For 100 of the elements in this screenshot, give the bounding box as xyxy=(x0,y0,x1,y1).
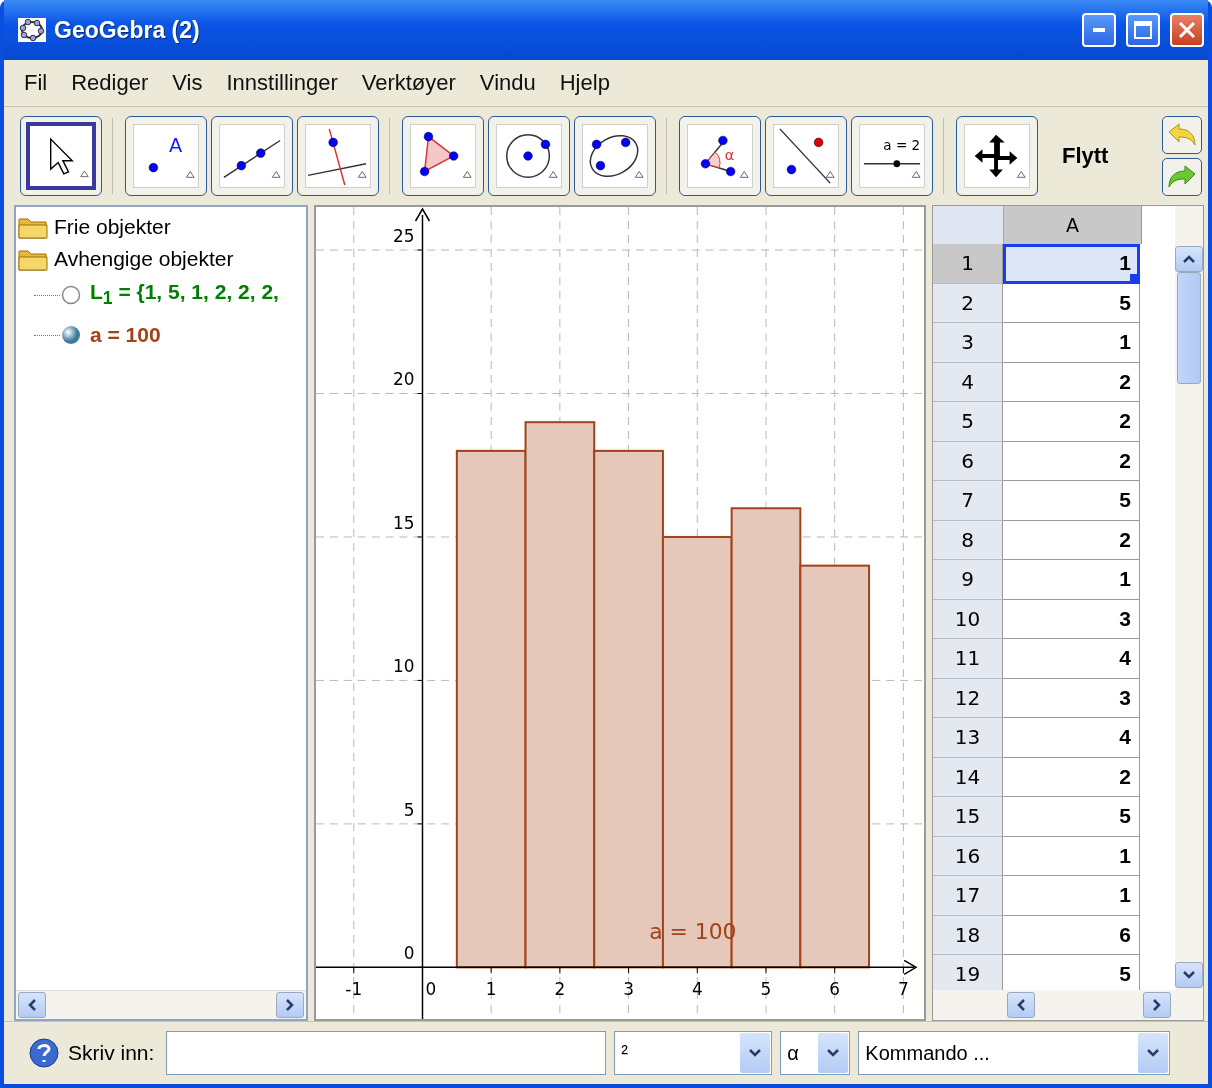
spreadsheet-cell[interactable]: 3 xyxy=(1003,599,1140,639)
minimize-button[interactable] xyxy=(1082,13,1116,47)
axis-label: 4 xyxy=(691,979,703,1000)
axis-label: 20 xyxy=(393,369,415,390)
row-header[interactable]: 13 xyxy=(933,718,1003,758)
tool-button[interactable] xyxy=(956,116,1038,196)
cursor-icon xyxy=(26,122,96,190)
row-header[interactable]: 17 xyxy=(933,876,1003,916)
spreadsheet-cell[interactable]: 4 xyxy=(1003,718,1140,758)
hidden-object-icon[interactable] xyxy=(60,284,82,306)
close-button[interactable] xyxy=(1170,13,1204,47)
menu-item[interactable]: Hjelp xyxy=(547,70,622,96)
scroll-left-button[interactable] xyxy=(1007,992,1035,1018)
axis-label: 1 xyxy=(485,979,497,1000)
spreadsheet-cell[interactable]: 1 xyxy=(1003,323,1140,363)
spreadsheet-cell[interactable]: 2 xyxy=(1003,441,1140,481)
scroll-right-button[interactable] xyxy=(1143,992,1171,1018)
tool-button[interactable] xyxy=(297,116,379,196)
row-header[interactable]: 14 xyxy=(933,757,1003,797)
menu-item[interactable]: Rediger xyxy=(59,70,161,96)
scroll-up-button[interactable] xyxy=(1175,246,1203,272)
redo-button[interactable] xyxy=(1162,158,1202,196)
row-header[interactable]: 15 xyxy=(933,797,1003,837)
dropdown[interactable]: Kommando ... xyxy=(858,1031,1171,1075)
menu-item[interactable]: Innstillinger xyxy=(214,70,350,96)
tool-button[interactable]: A xyxy=(125,116,207,196)
axis-label: 25 xyxy=(393,226,415,247)
algebra-object[interactable]: a = 100 xyxy=(90,323,161,347)
spreadsheet-cell[interactable]: 1 xyxy=(1003,244,1140,284)
menu-item[interactable]: Verktøyer xyxy=(349,70,468,96)
row-header[interactable]: 12 xyxy=(933,678,1003,718)
fill-handle[interactable] xyxy=(1130,273,1139,283)
move-arrows-icon xyxy=(964,124,1030,188)
spreadsheet-cell[interactable]: 5 xyxy=(1003,283,1140,323)
tool-button[interactable] xyxy=(488,116,570,196)
spreadsheet-cell[interactable]: 1 xyxy=(1003,836,1140,876)
window-title: GeoGebra (2) xyxy=(54,16,201,44)
algebra-object[interactable]: L$_{1}$ = {1, 5, 1, 2, 2, 2, xyxy=(90,280,279,310)
input-field[interactable] xyxy=(166,1031,607,1075)
axis-label: 3 xyxy=(623,979,634,1000)
row-header[interactable]: 4 xyxy=(933,362,1003,402)
spreadsheet-cell[interactable]: 2 xyxy=(1003,362,1140,402)
folder-icon xyxy=(18,215,48,239)
folder-label[interactable]: Avhengige objekter xyxy=(54,247,234,271)
axis-label: 5 xyxy=(403,799,415,820)
input-label: Skriv inn: xyxy=(68,1041,155,1065)
spreadsheet-cell[interactable]: 5 xyxy=(1003,481,1140,521)
tool-button[interactable]: a = 2 xyxy=(851,116,933,196)
row-header[interactable]: 8 xyxy=(933,520,1003,560)
row-header[interactable]: 1 xyxy=(933,244,1003,284)
spreadsheet-cell[interactable]: 1 xyxy=(1003,876,1140,916)
row-header[interactable]: 2 xyxy=(933,283,1003,323)
menu-item[interactable]: Vindu xyxy=(467,70,548,96)
folder-label[interactable]: Frie objekter xyxy=(54,215,171,239)
column-header[interactable]: A xyxy=(1004,206,1142,244)
tool-button[interactable] xyxy=(20,116,102,196)
undo-icon xyxy=(1167,122,1197,148)
menu-item[interactable]: Vis xyxy=(160,70,215,96)
tool-button[interactable] xyxy=(402,116,484,196)
row-header[interactable]: 18 xyxy=(933,915,1003,955)
tool-button[interactable]: α xyxy=(679,116,761,196)
menu-item[interactable]: Fil xyxy=(12,70,60,96)
dropdown[interactable]: α xyxy=(780,1031,851,1075)
spreadsheet-cell[interactable]: 3 xyxy=(1003,678,1140,718)
point-icon: A xyxy=(133,124,199,188)
spreadsheet-cell[interactable]: 5 xyxy=(1003,797,1140,837)
scroll-thumb[interactable] xyxy=(1177,272,1201,384)
tool-button[interactable] xyxy=(211,116,293,196)
undo-button[interactable] xyxy=(1162,116,1202,154)
dropdown[interactable]: ² xyxy=(614,1031,773,1075)
app-logo-icon xyxy=(18,18,46,42)
spreadsheet-cell[interactable]: 1 xyxy=(1003,560,1140,600)
tool-button[interactable] xyxy=(765,116,847,196)
maximize-button[interactable] xyxy=(1126,13,1160,47)
scroll-down-button[interactable] xyxy=(1175,962,1203,988)
help-icon[interactable] xyxy=(28,1037,60,1069)
row-header[interactable]: 11 xyxy=(933,639,1003,679)
row-header[interactable]: 6 xyxy=(933,441,1003,481)
tool-button[interactable] xyxy=(574,116,656,196)
axis-label: 15 xyxy=(393,512,415,533)
row-header[interactable]: 16 xyxy=(933,836,1003,876)
spreadsheet-cell[interactable]: 2 xyxy=(1003,402,1140,442)
angle-icon: α xyxy=(687,124,753,188)
spreadsheet-cell[interactable]: 6 xyxy=(1003,915,1140,955)
row-header[interactable]: 9 xyxy=(933,560,1003,600)
scroll-left-button[interactable] xyxy=(18,992,46,1018)
axis-label: 6 xyxy=(829,979,841,1000)
redo-icon xyxy=(1167,164,1197,190)
spreadsheet-cell[interactable]: 2 xyxy=(1003,520,1140,560)
row-header[interactable]: 7 xyxy=(933,481,1003,521)
row-header[interactable]: 10 xyxy=(933,599,1003,639)
axis-label: -1 xyxy=(345,979,363,1000)
scroll-right-button[interactable] xyxy=(276,992,304,1018)
shown-object-icon[interactable] xyxy=(60,324,82,346)
spreadsheet-cell[interactable]: 2 xyxy=(1003,757,1140,797)
spreadsheet-cell[interactable]: 4 xyxy=(1003,639,1140,679)
row-header[interactable]: 19 xyxy=(933,955,1003,990)
row-header[interactable]: 3 xyxy=(933,323,1003,363)
row-header[interactable]: 5 xyxy=(933,402,1003,442)
axis-label: 10 xyxy=(393,656,415,677)
